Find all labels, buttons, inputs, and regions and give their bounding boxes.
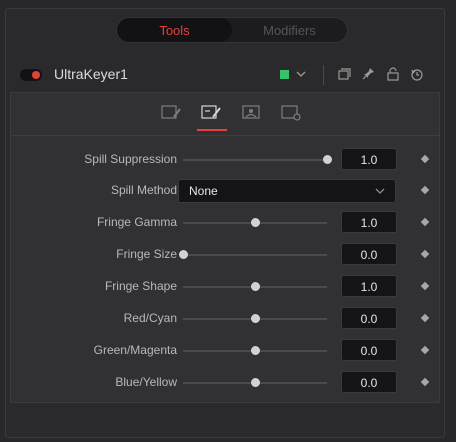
keyer-controls-icon[interactable] — [161, 103, 183, 123]
control-row-fringe-size: Fringe Size 0.0 — [11, 243, 439, 267]
keyframe-icon[interactable] — [420, 185, 430, 195]
pin-icon[interactable] — [362, 64, 376, 90]
value-field[interactable]: 0.0 — [341, 339, 397, 361]
tab-modifiers[interactable]: Modifiers — [232, 18, 347, 42]
control-label: Fringe Shape — [104, 279, 177, 293]
slider-track[interactable] — [183, 254, 327, 256]
controls-panel: Spill Suppression 1.0 Spill Method None … — [10, 92, 440, 403]
color-swatch[interactable] — [280, 70, 289, 79]
control-label: Green/Magenta — [93, 343, 177, 357]
value-field[interactable]: 1.0 — [341, 148, 397, 170]
subtab-bar — [11, 93, 439, 136]
slider-knob[interactable] — [250, 378, 260, 387]
slider-track[interactable] — [183, 159, 327, 161]
slider-knob[interactable] — [178, 250, 188, 259]
control-row-spill-method: Spill Method None — [11, 179, 439, 203]
tab-bar: Tools Modifiers — [116, 17, 348, 43]
image-icon[interactable] — [241, 103, 263, 123]
keyframe-icon[interactable] — [420, 249, 430, 259]
control-label: Red/Cyan — [123, 311, 177, 325]
control-label: Spill Suppression — [84, 152, 177, 166]
slider-knob[interactable] — [250, 314, 260, 323]
control-row-fringe-gamma: Fringe Gamma 1.0 — [11, 211, 439, 235]
settings-icon[interactable] — [281, 103, 303, 123]
slider-knob[interactable] — [322, 155, 332, 164]
value-field[interactable]: 1.0 — [341, 275, 397, 297]
control-row-spill-suppression: Spill Suppression 1.0 — [11, 148, 439, 172]
tool-enable-toggle[interactable] — [20, 69, 42, 81]
control-label: Blue/Yellow — [115, 375, 177, 389]
value-field[interactable]: 0.0 — [341, 243, 397, 265]
value-field[interactable]: 1.0 — [341, 211, 397, 233]
keyframe-icon[interactable] — [420, 217, 430, 227]
lock-icon[interactable] — [386, 64, 400, 90]
keyframe-icon[interactable] — [420, 345, 430, 355]
chevron-down-icon[interactable] — [296, 64, 306, 90]
slider-knob[interactable] — [250, 346, 260, 355]
keyframe-icon[interactable] — [420, 281, 430, 291]
keyframe-icon[interactable] — [420, 313, 430, 323]
spill-icon[interactable] — [197, 103, 227, 131]
value-field[interactable]: 0.0 — [341, 371, 397, 393]
dropdown-value: None — [189, 184, 218, 198]
control-row-fringe-shape: Fringe Shape 1.0 — [11, 275, 439, 299]
copy-icon[interactable] — [337, 64, 351, 90]
keyframe-icon[interactable] — [420, 377, 430, 387]
toggle-dot — [32, 71, 40, 79]
control-label: Fringe Gamma — [96, 215, 177, 229]
control-row-green-magenta: Green/Magenta 0.0 — [11, 339, 439, 363]
value-field[interactable]: 0.0 — [341, 307, 397, 329]
control-row-blue-yellow: Blue/Yellow 0.0 — [11, 371, 439, 395]
tool-header: UltraKeyer1 — [10, 60, 440, 90]
control-row-red-cyan: Red/Cyan 0.0 — [11, 307, 439, 331]
tool-name[interactable]: UltraKeyer1 — [54, 66, 128, 82]
tab-tools[interactable]: Tools — [117, 18, 232, 42]
control-label: Spill Method — [110, 183, 177, 197]
reset-icon[interactable] — [410, 64, 424, 90]
chevron-down-icon — [375, 183, 385, 202]
keyframe-icon[interactable] — [420, 154, 430, 164]
slider-knob[interactable] — [250, 282, 260, 291]
spill-method-dropdown[interactable]: None — [178, 179, 396, 203]
slider-knob[interactable] — [250, 218, 260, 227]
control-label: Fringe Size — [116, 247, 177, 261]
header-divider — [323, 65, 324, 85]
